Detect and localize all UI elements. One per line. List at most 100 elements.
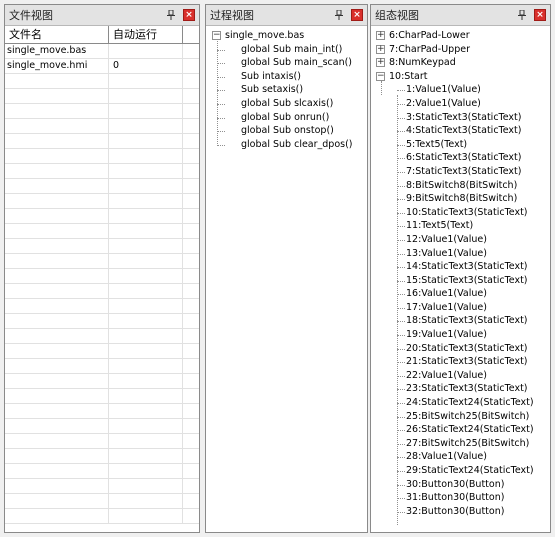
empty-row xyxy=(5,134,199,149)
process-view-titlebar: 过程视图 × xyxy=(206,5,367,26)
empty-row xyxy=(5,329,199,344)
tree-node-label: 7:CharPad-Upper xyxy=(389,43,470,55)
tree-node-label: 24:StaticText24(StaticText) xyxy=(406,397,534,409)
tree-node-label: 8:NumKeypad xyxy=(389,57,456,69)
tree-connector xyxy=(217,117,225,119)
tree-connector xyxy=(217,103,225,105)
tree-node-label: 3:StaticText3(StaticText) xyxy=(406,111,522,123)
file-row[interactable]: single_move.bas xyxy=(5,44,199,59)
tree-connector xyxy=(397,511,405,513)
tree-connector xyxy=(381,81,382,96)
tree-connector xyxy=(397,348,405,350)
empty-row xyxy=(5,314,199,329)
tree-node-label: 7:StaticText3(StaticText) xyxy=(406,165,522,177)
pin-icon[interactable] xyxy=(333,9,345,21)
empty-row xyxy=(5,149,199,164)
expand-icon[interactable]: + xyxy=(376,31,385,40)
tree-node-label: Sub intaxis() xyxy=(241,70,301,82)
component-view-title: 组态视图 xyxy=(375,9,419,22)
column-header-autorun[interactable]: 自动运行 xyxy=(109,26,183,43)
empty-row xyxy=(5,164,199,179)
tree-connector xyxy=(397,90,405,92)
close-icon[interactable]: × xyxy=(183,9,195,21)
tree-node-label: global Sub onrun() xyxy=(241,111,330,123)
tree-node-label: 15:StaticText3(StaticText) xyxy=(406,274,528,286)
tree-node-label: global Sub main_int() xyxy=(241,43,343,55)
empty-row xyxy=(5,359,199,374)
expand-icon[interactable]: + xyxy=(376,44,385,54)
tree-node-label: global Sub onstop() xyxy=(241,125,334,137)
tree-connector xyxy=(397,471,405,472)
tree-node-file[interactable]: − single_move.bas xyxy=(206,29,367,43)
tree-node-sub[interactable]: global Sub main_int() xyxy=(206,43,367,57)
tree-connector xyxy=(397,294,405,296)
empty-row xyxy=(5,209,199,224)
pin-icon[interactable] xyxy=(516,9,528,21)
tree-node-collapsed[interactable]: +7:CharPad-Upper xyxy=(371,43,550,57)
file-autorun xyxy=(109,44,183,58)
file-row[interactable]: single_move.hmi 0 xyxy=(5,59,199,74)
tree-node-collapsed[interactable]: +6:CharPad-Lower xyxy=(371,29,550,43)
pin-icon[interactable] xyxy=(165,9,177,21)
file-autorun: 0 xyxy=(109,59,183,73)
tree-node-expanded[interactable]: −10:Start xyxy=(371,70,550,84)
tree-connector xyxy=(397,430,405,432)
tree-connector xyxy=(397,362,405,364)
tree-node-label: 32:Button30(Button) xyxy=(406,505,505,517)
tree-node-label: 29:StaticText24(StaticText) xyxy=(406,465,534,476)
tree-node-label: 16:Value1(Value) xyxy=(406,288,487,300)
close-icon[interactable]: × xyxy=(351,9,363,21)
tree-node-label: 25:BitSwitch25(BitSwitch) xyxy=(406,410,530,422)
tree-connector xyxy=(397,226,405,228)
tree-connector xyxy=(397,253,405,255)
tree-connector xyxy=(397,117,405,119)
tree-connector xyxy=(397,199,405,201)
empty-row xyxy=(5,74,199,89)
empty-row xyxy=(5,194,199,209)
tree-node-label: 31:Button30(Button) xyxy=(406,492,505,504)
collapse-icon[interactable]: − xyxy=(212,31,221,40)
file-name: single_move.hmi xyxy=(5,59,109,73)
component-tree: +6:CharPad-Lower +7:CharPad-Upper +8:NumKe… xyxy=(371,26,550,525)
tree-node-sub[interactable]: Sub intaxis() xyxy=(206,70,367,84)
empty-row xyxy=(5,89,199,104)
tree-connector xyxy=(397,443,405,445)
empty-row xyxy=(5,179,199,194)
empty-row xyxy=(5,299,199,314)
tree-node-label: 14:StaticText3(StaticText) xyxy=(406,261,528,273)
tree-node-label: 1:Value1(Value) xyxy=(406,84,481,96)
tree-connector xyxy=(397,280,405,282)
collapse-icon[interactable]: − xyxy=(376,71,385,81)
component-view-pane: 组态视图 × +6:CharPad-Lower +7:CharPad-Upper +… xyxy=(370,4,551,533)
empty-row xyxy=(5,104,199,119)
tree-node-sub[interactable]: global Sub onstop() xyxy=(206,124,367,138)
empty-row xyxy=(5,404,199,419)
tree-node-sub[interactable]: global Sub slcaxis() xyxy=(206,97,367,111)
tree-connector xyxy=(397,95,398,525)
tree-node-sub[interactable]: Sub setaxis() xyxy=(206,83,367,97)
tree-connector xyxy=(397,389,405,391)
tree-node-sub[interactable]: global Sub main_scan() xyxy=(206,56,367,70)
tree-node-label: 23:StaticText3(StaticText) xyxy=(406,383,528,395)
tree-connector xyxy=(397,403,405,405)
file-name: single_move.bas xyxy=(5,44,109,58)
empty-row xyxy=(5,344,199,359)
tree-connector xyxy=(397,484,405,486)
tree-node-collapsed[interactable]: +8:NumKeypad xyxy=(371,56,550,70)
tree-connector xyxy=(397,158,405,160)
tree-connector xyxy=(397,307,405,309)
tree-node-sub[interactable]: global Sub onrun() xyxy=(206,111,367,125)
tree-node-sub[interactable]: global Sub clear_dpos() xyxy=(206,138,367,152)
tree-node-label: 17:Value1(Value) xyxy=(406,301,487,313)
expand-icon[interactable]: + xyxy=(376,58,385,68)
column-header-filename[interactable]: 文件名 xyxy=(5,26,109,43)
close-icon[interactable]: × xyxy=(534,9,546,21)
tree-node-label: 27:BitSwitch25(BitSwitch) xyxy=(406,437,530,449)
empty-row xyxy=(5,224,199,239)
tree-connector xyxy=(397,375,405,377)
tree-node-label: 10:Start xyxy=(389,70,428,82)
component-view-titlebar: 组态视图 × xyxy=(371,5,550,26)
file-view-titlebar: 文件视图 × xyxy=(5,5,199,26)
empty-row xyxy=(5,374,199,389)
empty-row xyxy=(5,479,199,494)
